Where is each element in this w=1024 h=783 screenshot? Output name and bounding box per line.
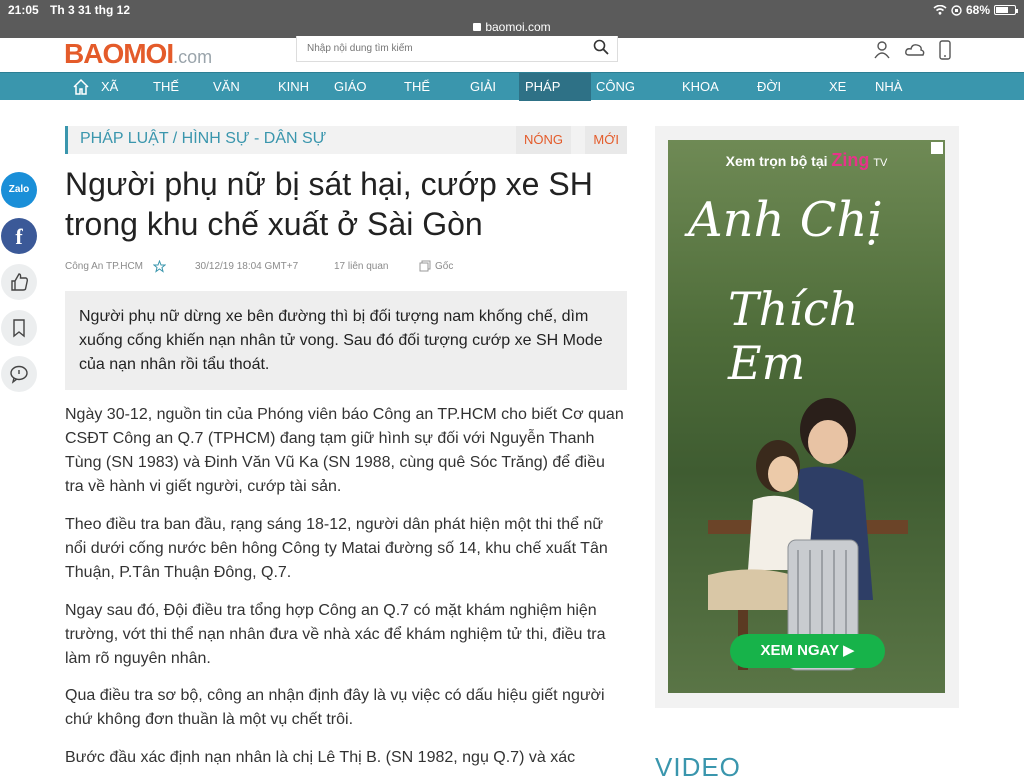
nav-item-giai-tri[interactable]: GIẢI	[470, 73, 496, 101]
search-input[interactable]	[297, 36, 577, 60]
nav-item-xa[interactable]: XÃ	[101, 73, 118, 101]
status-right: 68%	[933, 3, 1018, 17]
category-nav: XÃ THẾ VĂN KINH GIÁO THỂ GIẢI PHÁP CÔNG …	[0, 72, 1024, 101]
url-text: baomoi.com	[485, 20, 551, 34]
logo-main: BAOMOI	[64, 38, 174, 69]
comment-button[interactable]	[1, 356, 37, 392]
article-paragraph: Bước đầu xác định nạn nhân là chị Lê Thị…	[65, 749, 576, 766]
lock-icon	[473, 23, 482, 31]
nav-item-xe-co[interactable]: XE	[829, 73, 846, 101]
comment-icon	[10, 365, 28, 384]
copy-icon	[419, 260, 431, 272]
original-link[interactable]: Gốc	[435, 261, 453, 272]
nav-item-kinh-te[interactable]: KINH	[278, 73, 309, 101]
browser-status-bar: 21:05 Th 3 31 thg 12 baomoi.com 68%	[0, 0, 1024, 38]
bookmark-button[interactable]	[1, 310, 37, 346]
article-paragraph: Qua điều tra sơ bộ, công an nhận định đâ…	[65, 687, 605, 728]
logo-suffix: .com	[173, 47, 213, 67]
article-datetime: 30/12/19 18:04 GMT+7	[195, 261, 299, 272]
ad-banner[interactable]: Xem trọn bộ tại Zing TV Anh Chị Thích Em…	[668, 140, 945, 693]
related-count[interactable]: 17 liên quan	[334, 261, 389, 272]
article-source[interactable]: Công An TP.HCM	[65, 261, 143, 272]
nav-item-the-gioi[interactable]: THẾ	[153, 73, 179, 101]
article-paragraph: Ngay sau đó, Đội điều tra tổng hợp Công …	[65, 602, 606, 667]
article-title: Người phụ nữ bị sát hại, cướp xe SH tron…	[65, 166, 593, 242]
thumbs-up-icon	[11, 273, 29, 291]
nav-item-nha-dat[interactable]: NHÀ	[875, 73, 902, 101]
site-header: BAOMOI.com	[0, 36, 1024, 72]
article-paragraph: Theo điều tra ban đầu, rạng sáng 18-12, …	[65, 516, 608, 581]
ad-cta-button[interactable]: XEM NGAY ▶	[730, 634, 885, 668]
zalo-share-button[interactable]: Zalo	[1, 172, 37, 208]
search-icon[interactable]	[593, 39, 609, 55]
status-time: 21:05	[8, 3, 39, 17]
wifi-icon	[933, 5, 947, 15]
star-icon[interactable]	[153, 260, 166, 273]
tab-hot[interactable]: NÓNG	[516, 126, 571, 154]
nav-item-cong-nghe[interactable]: CÔNG	[596, 73, 635, 101]
bookmark-icon	[13, 319, 25, 338]
like-button[interactable]	[1, 264, 37, 300]
nav-item-khoa-hoc[interactable]: KHOA	[682, 73, 719, 101]
nav-item-phap-luat[interactable]: PHÁP	[519, 73, 591, 101]
nav-item-van-hoa[interactable]: VĂN	[213, 73, 240, 101]
status-date: Th 3 31 thg 12	[50, 3, 131, 17]
orientation-lock-icon	[951, 4, 962, 16]
nav-item-giao-duc[interactable]: GIÁO	[334, 73, 367, 101]
weather-icon[interactable]	[904, 40, 926, 60]
user-icon[interactable]	[872, 40, 892, 60]
nav-item-the-thao[interactable]: THỂ	[404, 73, 430, 101]
site-logo[interactable]: BAOMOI.com	[64, 38, 212, 70]
header-icons	[872, 40, 952, 60]
mobile-icon[interactable]	[938, 40, 952, 60]
ad-title-line1: Anh Chị	[688, 192, 883, 248]
article-sapo: Người phụ nữ dừng xe bên đường thì bị đố…	[65, 291, 627, 390]
home-icon[interactable]	[72, 78, 90, 96]
tab-new[interactable]: MỚI	[585, 126, 627, 154]
ad-top-text: Xem trọn bộ tại Zing TV	[668, 150, 945, 171]
article-paragraph: Ngày 30-12, nguồn tin của Phóng viên báo…	[65, 406, 624, 495]
address-bar[interactable]: baomoi.com	[0, 20, 1024, 34]
facebook-share-button[interactable]: f	[1, 218, 37, 254]
battery-icon	[994, 5, 1018, 15]
breadcrumb: PHÁP LUẬT / HÌNH SỰ - DÂN SỰ NÓNG MỚI	[65, 126, 627, 154]
nav-item-doi-song[interactable]: ĐỜI	[757, 73, 781, 101]
search-box	[296, 36, 618, 62]
ad-brand: Zing	[831, 150, 870, 170]
breadcrumb-text[interactable]: PHÁP LUẬT / HÌNH SỰ - DÂN SỰ	[80, 130, 326, 148]
ad-tagline: Xem trọn bộ tại	[725, 153, 828, 169]
ad-brand-suffix: TV	[873, 157, 888, 169]
battery-percent: 68%	[965, 3, 990, 17]
battery-level	[996, 7, 1008, 13]
